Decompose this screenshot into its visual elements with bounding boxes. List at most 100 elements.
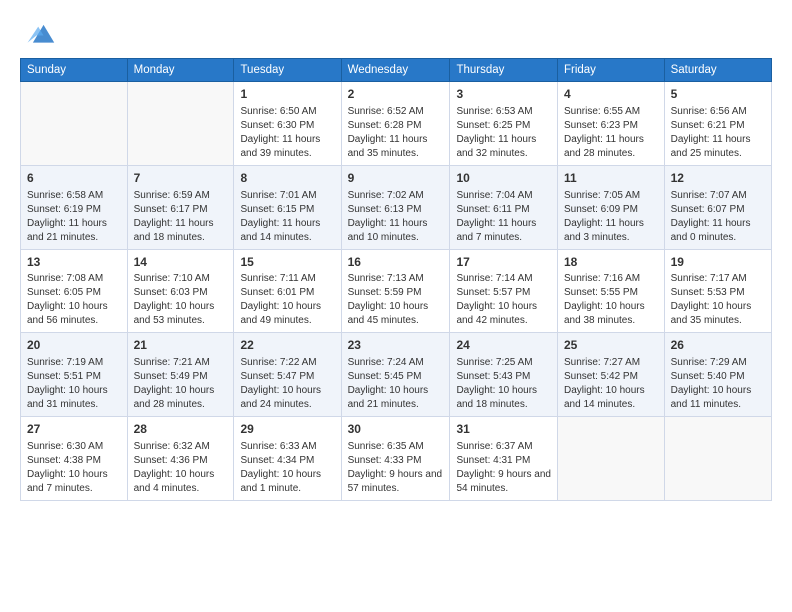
- calendar-cell: 22 Sunrise: 7:22 AM Sunset: 5:47 PM Dayli…: [234, 333, 341, 417]
- calendar-cell: 31 Sunrise: 6:37 AM Sunset: 4:31 PM Dayli…: [450, 417, 558, 501]
- calendar-cell: 21 Sunrise: 7:21 AM Sunset: 5:49 PM Dayli…: [127, 333, 234, 417]
- day-number: 30: [348, 421, 444, 438]
- day-number: 11: [564, 170, 658, 187]
- cell-content: Sunrise: 6:56 AM Sunset: 6:21 PM Dayligh…: [671, 105, 765, 161]
- cell-content: Sunrise: 6:52 AM Sunset: 6:28 PM Dayligh…: [348, 105, 444, 161]
- cell-content: Sunrise: 6:37 AM Sunset: 4:31 PM Dayligh…: [456, 440, 551, 496]
- day-number: 21: [134, 337, 228, 354]
- calendar-cell: 8 Sunrise: 7:01 AM Sunset: 6:15 PM Daylig…: [234, 165, 341, 249]
- calendar-cell: 16Sunrise: 7:13 AM Sunset: 5:59 PM Dayli…: [341, 249, 450, 333]
- day-number: 29: [240, 421, 334, 438]
- calendar-cell: 15Sunrise: 7:11 AM Sunset: 6:01 PM Dayli…: [234, 249, 341, 333]
- cell-content: Sunrise: 7:14 AM Sunset: 5:57 PM Dayligh…: [456, 272, 551, 328]
- day-number: 3: [456, 86, 551, 103]
- cell-content: Sunrise: 6:58 AM Sunset: 6:19 PM Dayligh…: [27, 189, 121, 245]
- logo: [20, 16, 56, 48]
- day-number: 6: [27, 170, 121, 187]
- day-number: 9: [348, 170, 444, 187]
- cell-content: Sunrise: 7:25 AM Sunset: 5:43 PM Dayligh…: [456, 356, 551, 412]
- cell-content: Sunrise: 6:59 AM Sunset: 6:17 PM Dayligh…: [134, 189, 228, 245]
- day-number: 2: [348, 86, 444, 103]
- calendar-cell: 3 Sunrise: 6:53 AM Sunset: 6:25 PM Daylig…: [450, 82, 558, 166]
- cell-content: Sunrise: 7:08 AM Sunset: 6:05 PM Dayligh…: [27, 272, 121, 328]
- cell-content: Sunrise: 6:32 AM Sunset: 4:36 PM Dayligh…: [134, 440, 228, 496]
- day-number: 18: [564, 254, 658, 271]
- day-number: 17: [456, 254, 551, 271]
- cell-content: Sunrise: 7:27 AM Sunset: 5:42 PM Dayligh…: [564, 356, 658, 412]
- logo-icon: [24, 16, 56, 48]
- column-header-wednesday: Wednesday: [341, 59, 450, 82]
- calendar-cell: [127, 82, 234, 166]
- page: SundayMondayTuesdayWednesdayThursdayFrid…: [0, 0, 792, 612]
- header: [20, 16, 772, 48]
- day-number: 26: [671, 337, 765, 354]
- cell-content: Sunrise: 7:04 AM Sunset: 6:11 PM Dayligh…: [456, 189, 551, 245]
- cell-content: Sunrise: 7:02 AM Sunset: 6:13 PM Dayligh…: [348, 189, 444, 245]
- day-number: 1: [240, 86, 334, 103]
- calendar-cell: 14Sunrise: 7:10 AM Sunset: 6:03 PM Dayli…: [127, 249, 234, 333]
- day-number: 13: [27, 254, 121, 271]
- day-number: 28: [134, 421, 228, 438]
- cell-content: Sunrise: 7:29 AM Sunset: 5:40 PM Dayligh…: [671, 356, 765, 412]
- calendar-cell: 20 Sunrise: 7:19 AM Sunset: 5:51 PM Dayli…: [21, 333, 128, 417]
- day-number: 15: [240, 254, 334, 271]
- day-number: 22: [240, 337, 334, 354]
- day-number: 20: [27, 337, 121, 354]
- calendar-cell: 13Sunrise: 7:08 AM Sunset: 6:05 PM Dayli…: [21, 249, 128, 333]
- calendar-cell: 7 Sunrise: 6:59 AM Sunset: 6:17 PM Daylig…: [127, 165, 234, 249]
- calendar-cell: 29 Sunrise: 6:33 AM Sunset: 4:34 PM Dayli…: [234, 417, 341, 501]
- calendar-cell: 10 Sunrise: 7:04 AM Sunset: 6:11 PM Dayli…: [450, 165, 558, 249]
- calendar-cell: 19Sunrise: 7:17 AM Sunset: 5:53 PM Dayli…: [664, 249, 771, 333]
- cell-content: Sunrise: 6:30 AM Sunset: 4:38 PM Dayligh…: [27, 440, 121, 496]
- cell-content: Sunrise: 6:55 AM Sunset: 6:23 PM Dayligh…: [564, 105, 658, 161]
- cell-content: Sunrise: 7:19 AM Sunset: 5:51 PM Dayligh…: [27, 356, 121, 412]
- column-header-monday: Monday: [127, 59, 234, 82]
- cell-content: Sunrise: 7:05 AM Sunset: 6:09 PM Dayligh…: [564, 189, 658, 245]
- calendar-table: SundayMondayTuesdayWednesdayThursdayFrid…: [20, 58, 772, 501]
- calendar-cell: 24 Sunrise: 7:25 AM Sunset: 5:43 PM Dayli…: [450, 333, 558, 417]
- day-number: 12: [671, 170, 765, 187]
- cell-content: Sunrise: 7:10 AM Sunset: 6:03 PM Dayligh…: [134, 272, 228, 328]
- calendar-cell: [21, 82, 128, 166]
- day-number: 24: [456, 337, 551, 354]
- calendar-cell: 26 Sunrise: 7:29 AM Sunset: 5:40 PM Dayli…: [664, 333, 771, 417]
- calendar-cell: 17Sunrise: 7:14 AM Sunset: 5:57 PM Dayli…: [450, 249, 558, 333]
- day-number: 10: [456, 170, 551, 187]
- calendar-cell: 23Sunrise: 7:24 AM Sunset: 5:45 PM Dayli…: [341, 333, 450, 417]
- cell-content: Sunrise: 7:13 AM Sunset: 5:59 PM Dayligh…: [348, 272, 444, 328]
- calendar-cell: 25Sunrise: 7:27 AM Sunset: 5:42 PM Dayli…: [557, 333, 664, 417]
- calendar-cell: 6 Sunrise: 6:58 AM Sunset: 6:19 PM Daylig…: [21, 165, 128, 249]
- column-header-thursday: Thursday: [450, 59, 558, 82]
- day-number: 27: [27, 421, 121, 438]
- calendar-cell: 30 Sunrise: 6:35 AM Sunset: 4:33 PM Dayli…: [341, 417, 450, 501]
- day-number: 5: [671, 86, 765, 103]
- calendar-cell: [664, 417, 771, 501]
- day-number: 8: [240, 170, 334, 187]
- day-number: 19: [671, 254, 765, 271]
- cell-content: Sunrise: 7:17 AM Sunset: 5:53 PM Dayligh…: [671, 272, 765, 328]
- calendar-cell: 9 Sunrise: 7:02 AM Sunset: 6:13 PM Daylig…: [341, 165, 450, 249]
- day-number: 7: [134, 170, 228, 187]
- calendar-cell: 18Sunrise: 7:16 AM Sunset: 5:55 PM Dayli…: [557, 249, 664, 333]
- cell-content: Sunrise: 7:11 AM Sunset: 6:01 PM Dayligh…: [240, 272, 334, 328]
- calendar-cell: 27 Sunrise: 6:30 AM Sunset: 4:38 PM Dayli…: [21, 417, 128, 501]
- calendar-cell: 11 Sunrise: 7:05 AM Sunset: 6:09 PM Dayli…: [557, 165, 664, 249]
- cell-content: Sunrise: 7:16 AM Sunset: 5:55 PM Dayligh…: [564, 272, 658, 328]
- calendar-cell: 5 Sunrise: 6:56 AM Sunset: 6:21 PM Daylig…: [664, 82, 771, 166]
- cell-content: Sunrise: 7:21 AM Sunset: 5:49 PM Dayligh…: [134, 356, 228, 412]
- cell-content: Sunrise: 6:33 AM Sunset: 4:34 PM Dayligh…: [240, 440, 334, 496]
- day-number: 4: [564, 86, 658, 103]
- cell-content: Sunrise: 7:22 AM Sunset: 5:47 PM Dayligh…: [240, 356, 334, 412]
- cell-content: Sunrise: 7:24 AM Sunset: 5:45 PM Dayligh…: [348, 356, 444, 412]
- column-header-tuesday: Tuesday: [234, 59, 341, 82]
- cell-content: Sunrise: 6:53 AM Sunset: 6:25 PM Dayligh…: [456, 105, 551, 161]
- calendar-cell: 1 Sunrise: 6:50 AM Sunset: 6:30 PM Daylig…: [234, 82, 341, 166]
- cell-content: Sunrise: 7:01 AM Sunset: 6:15 PM Dayligh…: [240, 189, 334, 245]
- column-header-sunday: Sunday: [21, 59, 128, 82]
- day-number: 16: [348, 254, 444, 271]
- day-number: 14: [134, 254, 228, 271]
- calendar-cell: 28 Sunrise: 6:32 AM Sunset: 4:36 PM Dayli…: [127, 417, 234, 501]
- cell-content: Sunrise: 6:35 AM Sunset: 4:33 PM Dayligh…: [348, 440, 444, 496]
- day-number: 31: [456, 421, 551, 438]
- cell-content: Sunrise: 6:50 AM Sunset: 6:30 PM Dayligh…: [240, 105, 334, 161]
